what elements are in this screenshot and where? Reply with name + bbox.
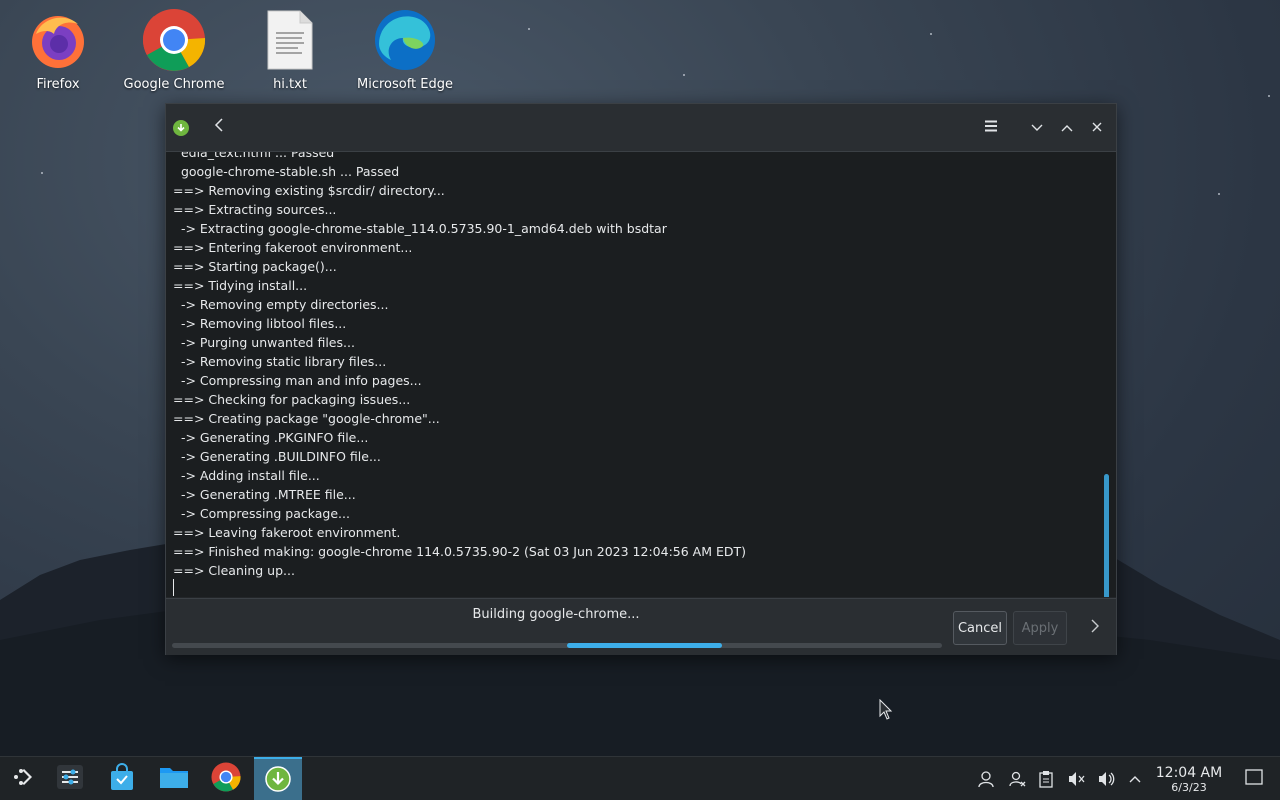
status-text: Building google-chrome...: [472, 607, 640, 622]
console-line: -> Generating .MTREE file...: [173, 487, 356, 502]
console-line: ==> Checking for packaging issues...: [173, 392, 411, 407]
console-line: google-chrome-stable.sh ... Passed: [173, 164, 400, 179]
cancel-button[interactable]: Cancel: [953, 611, 1007, 645]
star: [1268, 95, 1270, 97]
chevron-right-icon: [1091, 617, 1099, 638]
edge-icon: [371, 6, 439, 74]
volume-icon[interactable]: [1096, 769, 1116, 789]
taskbar-google-chrome[interactable]: [202, 757, 250, 800]
shopping-bag-icon: [109, 763, 135, 795]
console-line: ==> Creating package "google-chrome"...: [173, 411, 440, 426]
taskbar-file-manager[interactable]: [150, 757, 198, 800]
close-icon: [1092, 118, 1102, 136]
progress-bar: [172, 643, 942, 648]
console-line: -> Adding install file...: [173, 468, 320, 483]
mouse-pointer-icon: [879, 699, 893, 720]
console-line: -> Generating .PKGINFO file...: [173, 430, 369, 445]
folder-icon: [159, 765, 189, 793]
footer-bar: Building google-chrome... Cancel Apply: [166, 598, 1116, 655]
desktop-icon-label: Microsoft Edge: [356, 77, 453, 92]
text-file-icon: [256, 6, 324, 74]
firefox-icon: [24, 6, 92, 74]
console-line: ==> Finished making: google-chrome 114.0…: [173, 544, 747, 559]
menu-button[interactable]: [980, 116, 1002, 138]
taskbar-package-builder[interactable]: [254, 757, 302, 800]
download-icon: [265, 766, 291, 796]
apply-button[interactable]: Apply: [1013, 611, 1067, 645]
chrome-icon: [140, 6, 208, 74]
console-line: -> Compressing man and info pages...: [173, 373, 422, 388]
show-desktop-icon: [1245, 769, 1263, 789]
audio-muted-icon[interactable]: [1066, 769, 1086, 789]
taskbar: 12:04 AM 6/3/23: [0, 756, 1280, 800]
minimize-button[interactable]: [1026, 116, 1048, 138]
console-line: -> Purging unwanted files...: [173, 335, 355, 350]
package-build-window: edia_text.html ... Passed google-chrome-…: [165, 103, 1117, 655]
desktop-icon-firefox[interactable]: Firefox: [3, 6, 113, 92]
next-button[interactable]: [1084, 611, 1106, 643]
console-line: ==> Tidying install...: [173, 278, 308, 293]
desktop-icon-label: hi.txt: [273, 77, 307, 92]
desktop-icon-label: Google Chrome: [123, 77, 225, 92]
desktop-icon-microsoft-edge[interactable]: Microsoft Edge: [350, 6, 460, 92]
chrome-icon: [211, 762, 241, 796]
maximize-button[interactable]: [1056, 116, 1078, 138]
application-launcher-button[interactable]: [0, 757, 48, 800]
digital-clock[interactable]: 12:04 AM 6/3/23: [1150, 765, 1228, 795]
settings-sliders-icon: [56, 764, 84, 794]
star: [1218, 193, 1220, 195]
console-scrollbar[interactable]: [1104, 474, 1109, 597]
show-desktop-button[interactable]: [1244, 769, 1264, 789]
console-line: ==> Leaving fakeroot environment.: [173, 525, 401, 540]
console-line: -> Extracting google-chrome-stable_114.0…: [173, 221, 667, 236]
user-switch-icon[interactable]: [1007, 769, 1027, 789]
download-icon: [173, 120, 189, 136]
text-cursor: [173, 579, 174, 596]
console-line: ==> Removing existing $srcdir/ directory…: [173, 183, 445, 198]
star: [930, 33, 932, 35]
console-output: edia_text.html ... Passed google-chrome-…: [173, 152, 746, 580]
build-output-console[interactable]: edia_text.html ... Passed google-chrome-…: [166, 152, 1116, 597]
console-line: ==> Starting package()...: [173, 259, 337, 274]
console-line: ==> Entering fakeroot environment...: [173, 240, 413, 255]
chevron-up-icon[interactable]: [1125, 769, 1145, 789]
progress-indicator: [567, 643, 722, 648]
user-icon[interactable]: [976, 769, 996, 789]
launcher-icon: [12, 765, 36, 793]
desktop-icon-label: Firefox: [36, 77, 80, 92]
star: [41, 172, 43, 174]
clipboard-icon[interactable]: [1036, 769, 1056, 789]
taskbar-discover[interactable]: [98, 757, 146, 800]
star: [683, 74, 685, 76]
desktop-icon-google-chrome[interactable]: Google Chrome: [119, 6, 229, 92]
clock-time: 12:04 AM: [1155, 765, 1223, 781]
star: [528, 28, 530, 30]
close-button[interactable]: [1086, 116, 1108, 138]
title-bar: [166, 104, 1116, 152]
console-line: -> Removing libtool files...: [173, 316, 347, 331]
console-line: -> Removing static library files...: [173, 354, 387, 369]
console-line: -> Removing empty directories...: [173, 297, 389, 312]
chevron-left-icon: [214, 118, 224, 136]
console-line: edia_text.html ... Passed: [173, 152, 335, 160]
back-button[interactable]: [208, 116, 230, 138]
clock-date: 6/3/23: [1171, 781, 1207, 794]
console-line: ==> Cleaning up...: [173, 563, 295, 578]
taskbar-system-settings[interactable]: [46, 757, 94, 800]
console-line: -> Generating .BUILDINFO file...: [173, 449, 381, 464]
chevron-down-icon: [1031, 118, 1043, 136]
console-line: -> Compressing package...: [173, 506, 350, 521]
hamburger-menu-icon: [984, 118, 998, 136]
chevron-up-icon: [1061, 118, 1073, 136]
desktop-icon-hi-txt[interactable]: hi.txt: [235, 6, 345, 92]
console-line: ==> Extracting sources...: [173, 202, 337, 217]
